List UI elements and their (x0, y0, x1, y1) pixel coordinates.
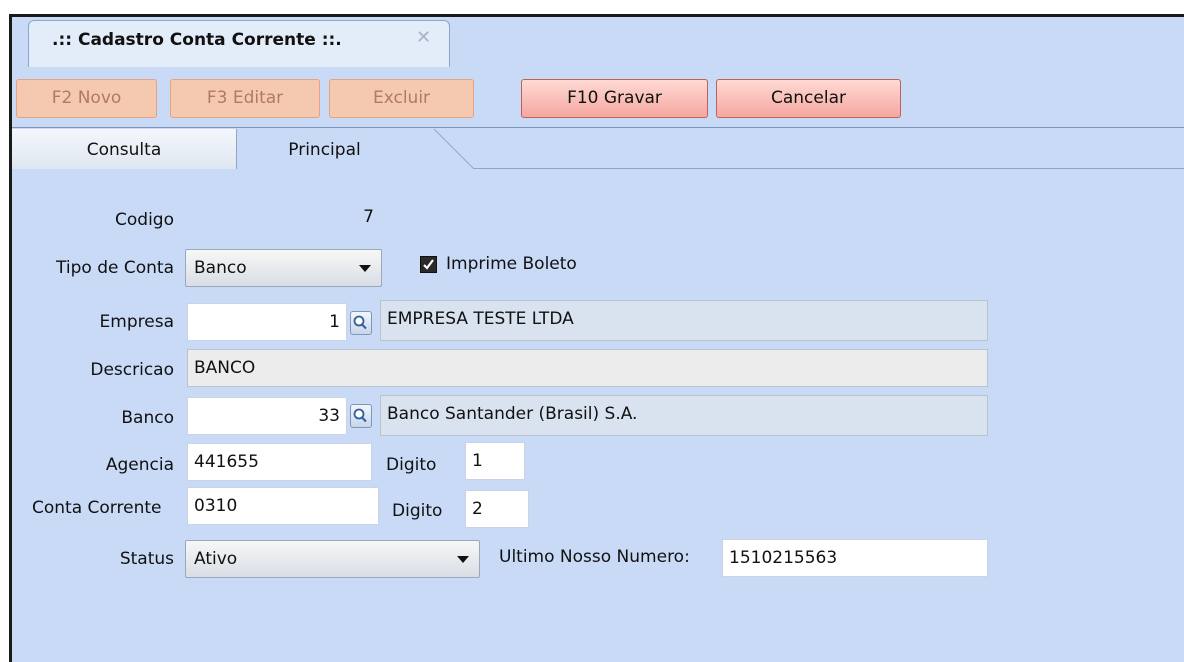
magnifier-icon (353, 408, 367, 423)
toolbar-separator (12, 127, 1184, 128)
close-icon[interactable]: ✕ (416, 27, 431, 48)
agencia-digito-label: Digito (386, 455, 437, 475)
editar-button[interactable]: F3 Editar (170, 79, 320, 118)
codigo-field: 7 (187, 198, 381, 236)
banco-label: Banco (121, 408, 174, 428)
descricao-label: Descricao (90, 360, 174, 380)
tab-principal-edge (412, 129, 474, 169)
search-icon[interactable] (350, 404, 372, 428)
status-value: Ativo (194, 549, 238, 569)
descricao-field[interactable]: BANCO (187, 349, 988, 387)
tipo-conta-select[interactable]: Banco (185, 249, 382, 287)
agencia-field[interactable]: 441655 (187, 443, 372, 481)
status-label: Status (119, 549, 174, 569)
conta-corrente-field[interactable]: 0310 (187, 487, 379, 525)
tab-consulta[interactable]: Consulta (12, 129, 237, 169)
search-icon[interactable] (350, 311, 372, 335)
imprime-boleto-label: Imprime Boleto (446, 254, 577, 274)
conta-digito-field[interactable]: 2 (465, 490, 529, 528)
document-tab-title: .:: Cadastro Conta Corrente ::. (52, 30, 342, 50)
tab-baseline (474, 168, 1184, 169)
cancelar-button[interactable]: Cancelar (716, 79, 901, 118)
checkmark-icon (423, 259, 434, 270)
tipo-conta-label: Tipo de Conta (56, 258, 174, 278)
tipo-conta-value: Banco (194, 258, 247, 278)
agencia-digito-field[interactable]: 1 (465, 442, 525, 480)
imprime-boleto-checkbox[interactable] (420, 256, 437, 273)
empresa-name-field: EMPRESA TESTE LTDA (380, 300, 988, 341)
banco-code-field[interactable]: 33 (187, 397, 347, 435)
tab-principal[interactable]: Principal (237, 129, 412, 169)
conta-corrente-label: Conta Corrente (32, 498, 162, 518)
ultimo-nosso-numero-field[interactable]: 1510215563 (722, 539, 988, 577)
chevron-down-icon (359, 265, 371, 272)
empresa-label: Empresa (99, 312, 174, 332)
status-select[interactable]: Ativo (185, 540, 480, 578)
excluir-button[interactable]: Excluir (329, 79, 474, 118)
conta-digito-label: Digito (392, 501, 443, 521)
codigo-label: Codigo (115, 210, 174, 230)
chevron-down-icon (457, 556, 469, 563)
gravar-button[interactable]: F10 Gravar (521, 79, 708, 118)
magnifier-icon (353, 315, 367, 330)
ultimo-nosso-numero-label: Ultimo Nosso Numero: (499, 547, 690, 567)
novo-button[interactable]: F2 Novo (16, 79, 157, 118)
empresa-code-field[interactable]: 1 (187, 303, 347, 341)
banco-name-field: Banco Santander (Brasil) S.A. (380, 395, 988, 436)
agencia-label: Agencia (105, 455, 174, 475)
